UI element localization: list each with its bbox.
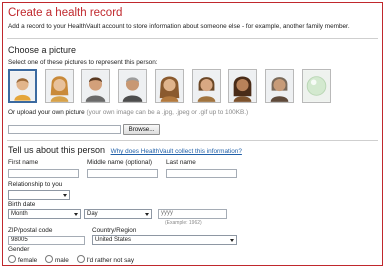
last-name-label: Last name	[166, 159, 196, 166]
avatar-girl-icon[interactable]	[45, 69, 74, 103]
radio-icon[interactable]	[8, 255, 16, 263]
radio-icon[interactable]	[76, 255, 85, 263]
divider	[7, 140, 378, 141]
chevron-down-icon	[145, 213, 149, 216]
person-section-heading: Tell us about this person Why does Healt…	[8, 145, 242, 155]
first-name-input[interactable]	[8, 169, 79, 178]
choose-picture-instruction: Select one of these pictures to represen…	[8, 59, 158, 66]
country-label: Country/Region	[92, 227, 137, 234]
chevron-down-icon	[63, 194, 67, 197]
relationship-label: Relationship to you	[8, 181, 63, 188]
gender-option-not-say[interactable]: I'd rather not say	[76, 255, 134, 264]
create-health-record-panel: Create a health record Add a record to y…	[2, 2, 383, 266]
tell-us-heading: Tell us about this person	[8, 145, 106, 155]
browse-button[interactable]: Browse...	[123, 124, 160, 135]
avatar-older-man-icon[interactable]	[118, 69, 147, 103]
zip-label: ZIP/postal code	[8, 227, 53, 234]
avatar-blank-icon[interactable]	[302, 69, 331, 103]
gender-option-female[interactable]: female	[8, 255, 37, 264]
gender-option-male[interactable]: male	[44, 255, 69, 264]
avatar-boy-icon[interactable]	[8, 69, 37, 103]
gender-label: Gender	[8, 246, 30, 253]
chevron-down-icon	[74, 213, 78, 216]
page-description: Add a record to your HealthVault account…	[8, 23, 350, 30]
chevron-down-icon	[230, 239, 234, 242]
middle-name-label: Middle name (optional)	[87, 159, 153, 166]
birth-date-label: Birth date	[8, 201, 36, 208]
gender-options: female male I'd rather not say	[8, 255, 140, 264]
first-name-label: First name	[8, 159, 39, 166]
why-collect-link[interactable]: Why does HealthVault collect this inform…	[111, 148, 242, 155]
upload-hint: (your own image can be a .jpg, .jpeg or …	[86, 109, 249, 116]
relationship-select[interactable]	[8, 190, 70, 200]
avatar-man-icon[interactable]	[81, 69, 110, 103]
divider	[7, 38, 378, 39]
upload-picture-label: Or upload your own picture (your own ima…	[8, 109, 248, 116]
avatar-woman-icon[interactable]	[155, 69, 184, 103]
upload-label: Or upload your own picture	[8, 109, 85, 116]
avatar-woman-short-hair-icon[interactable]	[192, 69, 221, 103]
file-path-input[interactable]	[8, 125, 121, 134]
avatar-woman-dark-icon[interactable]	[228, 69, 257, 103]
month-select[interactable]: Month	[8, 209, 81, 219]
country-select[interactable]: United States	[92, 235, 237, 245]
choose-picture-heading: Choose a picture	[8, 45, 77, 55]
year-input[interactable]: yyyy	[158, 209, 227, 219]
last-name-input[interactable]	[166, 169, 237, 178]
page-title: Create a health record	[8, 7, 123, 19]
radio-icon[interactable]	[44, 255, 53, 263]
zip-input[interactable]: 98005	[8, 236, 85, 245]
year-example: (Example: 1962)	[165, 220, 202, 226]
day-select[interactable]: Day	[84, 209, 152, 219]
avatar-older-woman-icon[interactable]	[265, 69, 294, 103]
middle-name-input[interactable]	[87, 169, 158, 178]
